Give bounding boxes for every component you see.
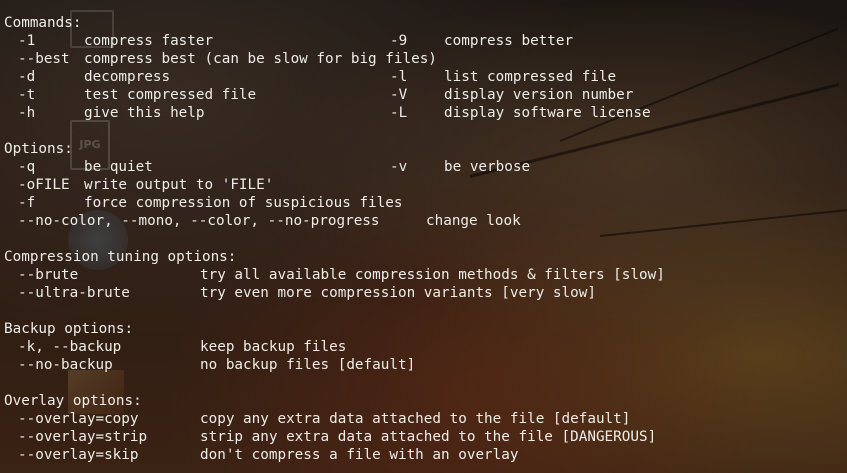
help-row: -t test compressed file -V display versi…: [4, 86, 633, 104]
help-row: --best compress best (can be slow for bi…: [4, 50, 437, 68]
help-row: --overlay=skip don't compress a file wit…: [4, 446, 518, 464]
option-flag: -9: [390, 33, 408, 49]
option-flag: --no-color, --mono, --color, --no-progre…: [18, 213, 380, 229]
option-description: compress faster: [84, 33, 214, 49]
help-row: -f force compression of suspicious files: [4, 194, 402, 212]
help-row: --no-backup no backup files [default]: [4, 356, 415, 374]
option-description: be verbose: [444, 159, 531, 175]
option-description: compress best (can be slow for big files…: [84, 51, 437, 67]
option-description: display version number: [444, 87, 634, 103]
option-flag: -t: [18, 87, 36, 103]
option-description: display software license: [444, 105, 651, 121]
help-row: -h give this help -L display software li…: [4, 104, 651, 122]
option-flag: --overlay=copy: [18, 411, 139, 427]
overlay-header: Overlay options:: [4, 393, 142, 409]
option-description: don't compress a file with an overlay: [200, 447, 519, 463]
option-flag: --ultra-brute: [18, 285, 130, 301]
option-flag: -L: [390, 105, 408, 121]
option-description: keep backup files: [200, 339, 347, 355]
option-flag: --best: [18, 51, 70, 67]
option-flag: --brute: [18, 267, 79, 283]
option-description: try even more compression variants [very…: [200, 285, 596, 301]
help-row: --overlay=strip strip any extra data att…: [4, 428, 656, 446]
option-description: decompress: [84, 69, 171, 85]
option-flag: -V: [390, 87, 408, 103]
option-flag: -k, --backup: [18, 339, 122, 355]
option-flag: -h: [18, 105, 36, 121]
help-row: -q be quiet -v be verbose: [4, 158, 530, 176]
option-flag: -q: [18, 159, 36, 175]
option-description: give this help: [84, 105, 205, 121]
option-flag: -v: [390, 159, 408, 175]
option-description: copy any extra data attached to the file…: [200, 411, 631, 427]
option-flag: -1: [18, 33, 36, 49]
help-row: --ultra-brute try even more compression …: [4, 284, 596, 302]
help-row: -k, --backup keep backup files: [4, 338, 346, 356]
help-row: --no-color, --mono, --color, --no-progre…: [4, 212, 521, 230]
option-flag: -oFILE: [18, 177, 70, 193]
option-description: force compression of suspicious files: [84, 195, 403, 211]
options-header: Options:: [4, 141, 73, 157]
option-description: test compressed file: [84, 87, 257, 103]
option-flag: -d: [18, 69, 36, 85]
option-flag: -l: [390, 69, 408, 85]
backup-header: Backup options:: [4, 321, 134, 337]
option-flag: --overlay=skip: [18, 447, 139, 463]
help-row: -d decompress -l list compressed file: [4, 68, 616, 86]
option-description: change look: [426, 213, 521, 229]
option-flag: -f: [18, 195, 36, 211]
help-row: -1 compress faster -9 compress better: [4, 32, 573, 50]
option-flag: --no-backup: [18, 357, 113, 373]
help-row: --brute try all available compression me…: [4, 266, 665, 284]
option-description: try all available compression methods & …: [200, 267, 665, 283]
option-flag: --overlay=strip: [18, 429, 148, 445]
terminal-output[interactable]: Commands: -1 compress faster -9 compress…: [0, 0, 847, 473]
option-description: compress better: [444, 33, 574, 49]
option-description: no backup files [default]: [200, 357, 416, 373]
help-row: -oFILE write output to 'FILE': [4, 176, 273, 194]
option-description: strip any extra data attached to the fil…: [200, 429, 657, 445]
commands-header: Commands:: [4, 15, 82, 31]
help-row: --overlay=copy copy any extra data attac…: [4, 410, 630, 428]
option-description: list compressed file: [444, 69, 617, 85]
option-description: be quiet: [84, 159, 153, 175]
option-description: write output to 'FILE': [84, 177, 274, 193]
tuning-header: Compression tuning options:: [4, 249, 237, 265]
